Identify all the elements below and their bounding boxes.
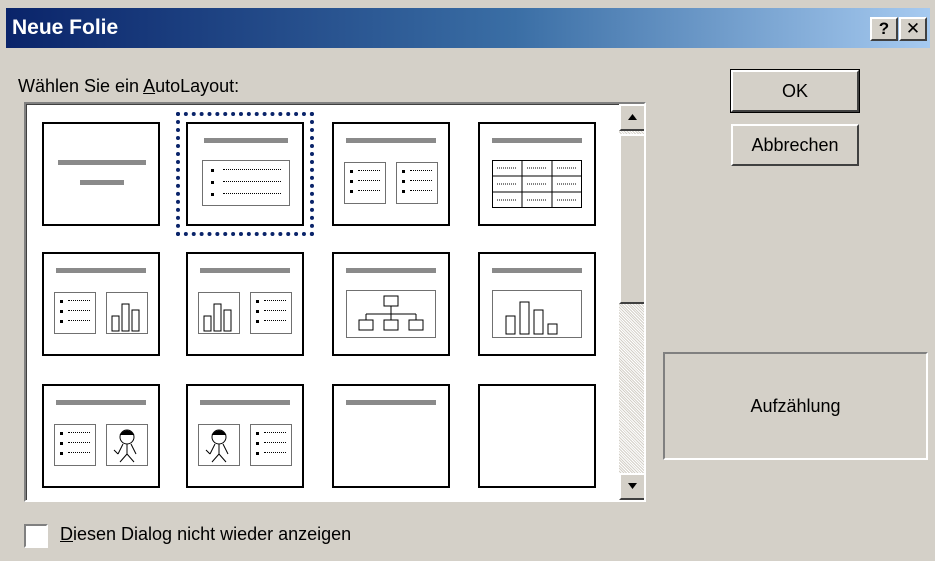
- bar-chart-icon: [198, 292, 240, 334]
- clip-art-icon: [198, 424, 240, 466]
- layout-text-and-chart[interactable]: [42, 252, 160, 356]
- cancel-button[interactable]: Abbrechen: [731, 124, 859, 166]
- layout-text-and-clip-art[interactable]: [42, 384, 160, 488]
- autolayout-listbox[interactable]: [24, 102, 646, 502]
- layout-organization-chart[interactable]: [332, 252, 450, 356]
- bar-chart-icon: [492, 290, 582, 338]
- layout-bulleted-list[interactable]: [176, 112, 314, 236]
- autolayout-accelerator: A: [143, 76, 156, 96]
- layout-grid: [26, 104, 616, 500]
- table-icon: [492, 160, 582, 208]
- org-chart-icon: [346, 290, 436, 338]
- title-bar: Neue Folie ? ✕: [6, 8, 930, 48]
- vertical-scrollbar[interactable]: [619, 104, 644, 500]
- arrow-up-icon: [628, 114, 637, 120]
- clip-art-icon: [106, 424, 148, 466]
- layout-blank[interactable]: [478, 384, 596, 488]
- dont-show-again-checkbox[interactable]: [24, 524, 48, 548]
- window-title: Neue Folie: [12, 16, 119, 39]
- arrow-down-icon: [628, 483, 637, 489]
- ok-button[interactable]: OK: [730, 69, 860, 113]
- layout-table[interactable]: [478, 122, 596, 226]
- layout-name-preview: Aufzählung: [663, 352, 928, 460]
- layout-clip-art-and-text[interactable]: [186, 384, 304, 488]
- autolayout-label: Wählen Sie ein AutoLayout:: [18, 76, 240, 96]
- help-button[interactable]: ?: [870, 17, 898, 41]
- layout-two-column-text[interactable]: [332, 122, 450, 226]
- layout-chart[interactable]: [478, 252, 596, 356]
- scroll-thumb[interactable]: [619, 134, 644, 304]
- layout-title-only[interactable]: [332, 384, 450, 488]
- layout-title-slide[interactable]: [42, 122, 160, 226]
- checkbox-accelerator: D: [60, 524, 73, 544]
- dont-show-again-label[interactable]: Diesen Dialog nicht wieder anzeigen: [60, 524, 351, 545]
- scroll-up-button[interactable]: [619, 104, 644, 131]
- bar-chart-icon: [106, 292, 148, 334]
- layout-chart-and-text[interactable]: [186, 252, 304, 356]
- close-button[interactable]: ✕: [899, 17, 927, 41]
- scroll-down-button[interactable]: [619, 473, 644, 500]
